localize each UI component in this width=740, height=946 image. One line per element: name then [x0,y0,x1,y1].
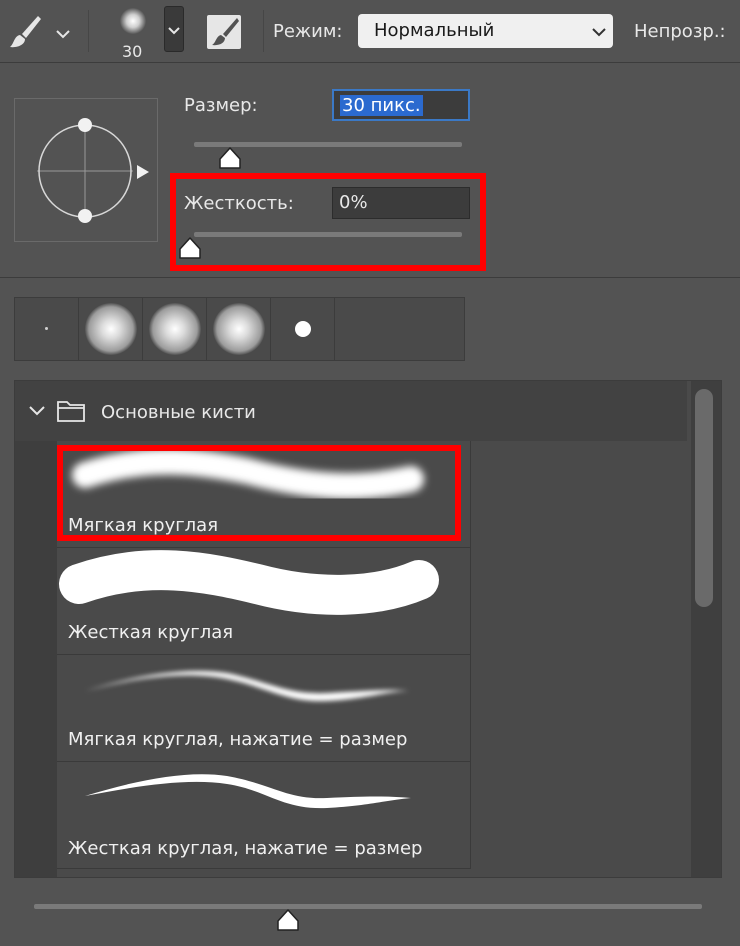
brush-item-label: Жесткая круглая [68,622,234,643]
recent-brush-5[interactable] [271,298,335,360]
hard-round-stroke-preview [59,550,439,615]
size-input[interactable]: 30 пикс. [332,89,470,121]
recent-brushes-strip [14,297,465,361]
brush-tip-preview-icon [120,8,146,34]
play-arrow-icon [137,165,149,179]
list-gutter [15,441,57,877]
brush-panel-icon [207,15,241,49]
recent-brush-1[interactable] [15,298,79,360]
chevron-down-icon [592,28,606,37]
brush-preset-picker[interactable]: 30 [108,4,160,61]
soft-pressure-stroke-preview [85,671,409,702]
blend-mode-select[interactable]: Нормальный [358,14,613,48]
list-scrollbar-thumb[interactable] [695,389,713,607]
brush-angle-roundness-preview[interactable] [14,98,158,242]
hardness-value: 0% [339,192,368,213]
options-bar: 30 Режим: Нормальный Непрозр.: [0,0,740,63]
folder-icon [57,401,85,422]
chevron-down-icon [168,27,180,35]
brush-group-header[interactable]: Основные кисти [15,381,687,441]
brush-tool-preset-picker[interactable] [6,10,76,54]
size-label: Размер: [184,95,258,116]
brush-tip-soft [149,303,201,355]
hardness-slider-track[interactable] [194,232,462,237]
mode-label: Режим: [273,21,343,42]
brush-item-hard-round[interactable]: Жесткая круглая [57,548,471,655]
blend-mode-value: Нормальный [374,20,495,41]
brush-picker-dropdown-button[interactable] [164,6,184,52]
size-value: 30 пикс. [340,95,423,116]
brush-item-hard-round-pressure[interactable]: Жесткая круглая, нажатие = размер [57,762,471,869]
brush-item-label: Мягкая круглая, нажатие = размер [68,729,408,750]
recent-brush-2[interactable] [79,298,143,360]
brush-tip-soft [213,303,265,355]
brush-group-name: Основные кисти [101,402,256,423]
panel-divider [0,277,740,278]
brush-tip-soft [85,303,137,355]
brush-size-readout: 30 [122,42,143,61]
chevron-down-icon [56,30,70,39]
opacity-label: Непрозр.: [634,21,726,42]
brush-item-soft-round-pressure[interactable]: Мягкая круглая, нажатие = размер [57,655,471,762]
brush-preset-list: Основные кисти Мягкая круглая Жесткая кр… [14,380,722,878]
size-slider-thumb[interactable] [218,146,242,170]
chevron-down-icon [29,406,45,416]
hard-pressure-stroke-preview [85,774,411,809]
brush-tip-dot [45,327,48,330]
brush-settings-panel-button[interactable] [206,14,242,50]
recent-brush-4[interactable] [207,298,271,360]
hardness-slider-thumb[interactable] [178,236,202,260]
soft-round-highlight-box [57,445,461,541]
hardness-label: Жесткость: [184,193,294,214]
brush-tip-hard [295,321,311,337]
brush-icon [10,16,41,48]
hardness-input[interactable]: 0% [332,187,470,219]
brush-item-label: Жесткая круглая, нажатие = размер [68,838,423,859]
preview-size-slider-track[interactable] [34,904,702,909]
brush-angle-widget [37,118,149,223]
recent-brush-3[interactable] [143,298,207,360]
preview-size-slider-thumb[interactable] [276,908,300,932]
